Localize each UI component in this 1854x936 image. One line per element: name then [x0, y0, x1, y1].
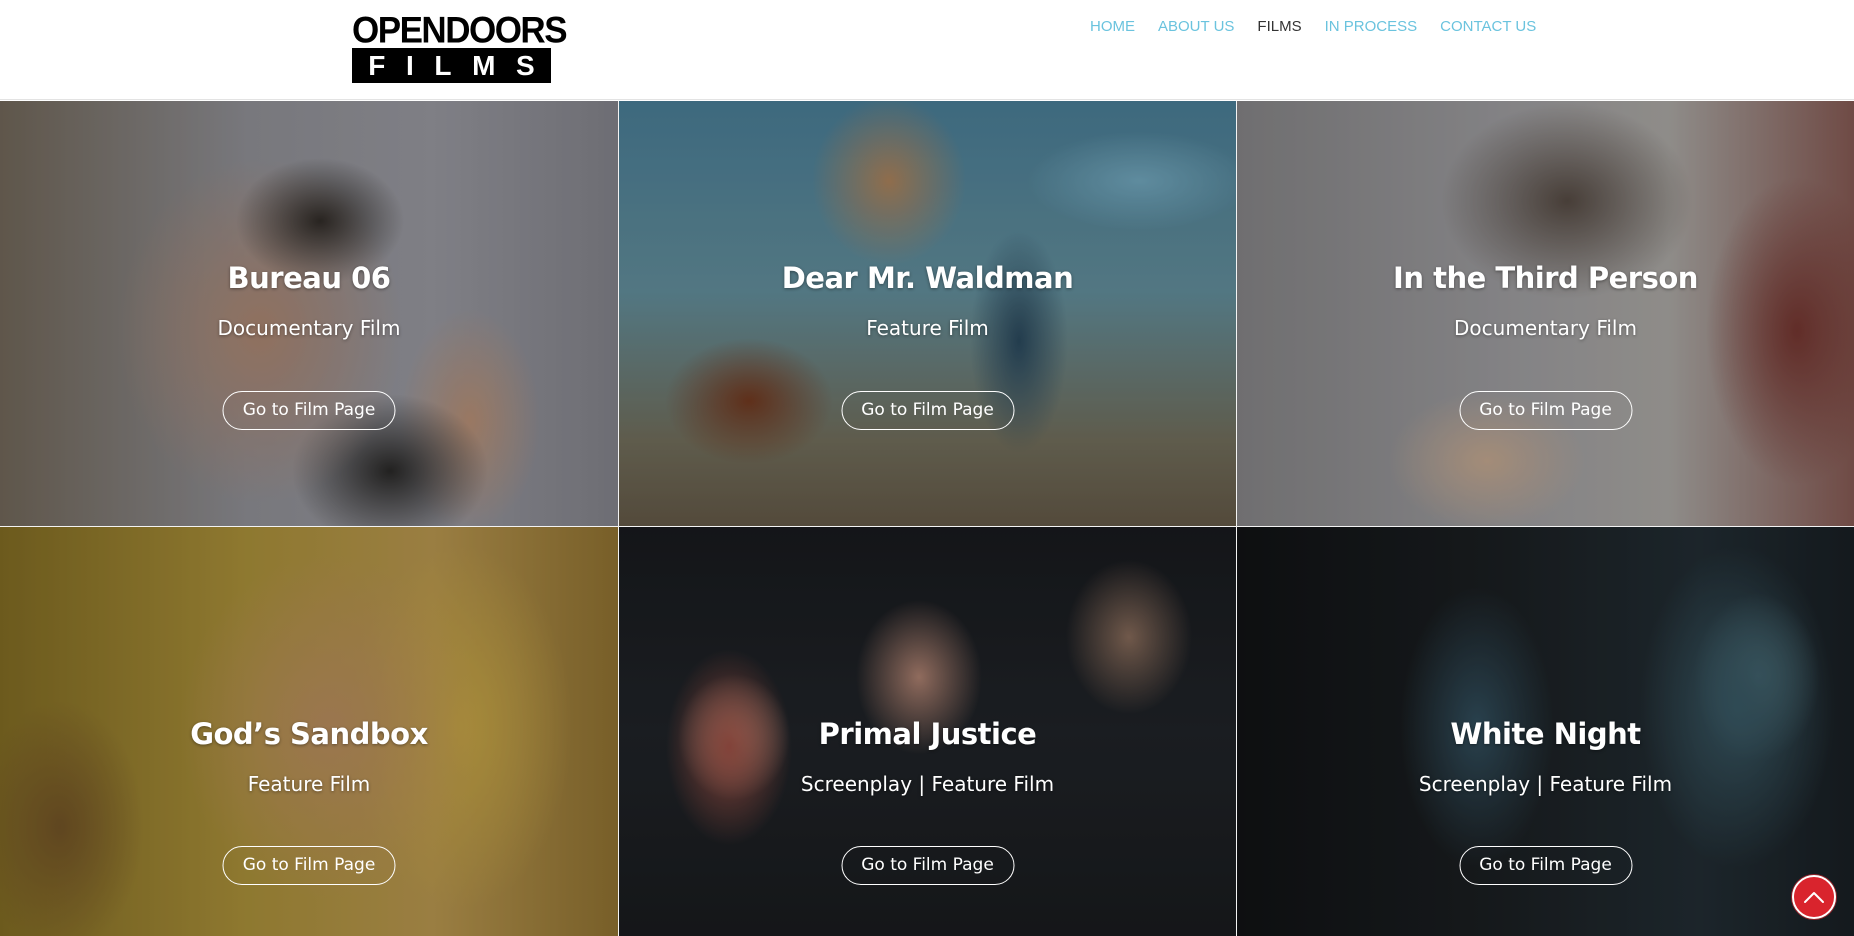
films-grid: Bureau 06 Documentary Film Go to Film Pa…	[0, 101, 1854, 936]
grid-divider	[0, 526, 1854, 527]
film-tile-white-night[interactable]: White Night Screenplay | Feature Film Go…	[1237, 527, 1854, 936]
film-tile-primal-justice[interactable]: Primal Justice Screenplay | Feature Film…	[619, 527, 1236, 936]
go-to-film-page-button[interactable]: Go to Film Page	[222, 391, 396, 430]
chevron-up-icon	[1804, 892, 1824, 903]
logo-letter: L	[434, 50, 452, 81]
scroll-to-top-button[interactable]	[1792, 875, 1836, 919]
logo-wordmark-bottom: F I L M S	[352, 48, 551, 83]
nav-about-us[interactable]: ABOUT US	[1158, 17, 1234, 37]
go-to-film-page-button[interactable]: Go to Film Page	[841, 846, 1014, 885]
film-tile-in-the-third-person[interactable]: In the Third Person Documentary Film Go …	[1237, 101, 1854, 526]
opendoors-films-logo[interactable]: OPENDOORS F I L M S	[352, 9, 568, 83]
film-tile-gods-sandbox[interactable]: God’s Sandbox Feature Film Go to Film Pa…	[0, 527, 618, 936]
nav-contact-us[interactable]: CONTACT US	[1440, 17, 1536, 37]
film-type: Feature Film	[866, 316, 989, 340]
film-type: Screenplay | Feature Film	[1418, 772, 1673, 796]
film-title: Bureau 06	[227, 261, 391, 295]
nav-films[interactable]: FILMS	[1257, 17, 1301, 37]
logo-letter: M	[472, 50, 496, 81]
nav-in-process[interactable]: IN PROCESS	[1325, 17, 1418, 37]
film-title: White Night	[1450, 717, 1641, 751]
grid-divider	[1236, 101, 1237, 936]
main-nav: HOME ABOUT US FILMS IN PROCESS CONTACT U…	[1090, 17, 1559, 37]
grid-divider	[618, 101, 619, 936]
film-title: God’s Sandbox	[190, 717, 428, 751]
nav-home[interactable]: HOME	[1090, 17, 1135, 37]
logo-letter: S	[516, 50, 535, 81]
film-tile-dear-mr-waldman[interactable]: Dear Mr. Waldman Feature Film Go to Film…	[619, 101, 1236, 526]
logo-wordmark-top: OPENDOORS	[352, 9, 568, 51]
go-to-film-page-button[interactable]: Go to Film Page	[1459, 846, 1632, 885]
film-type: Screenplay | Feature Film	[800, 772, 1055, 796]
film-title: Primal Justice	[818, 717, 1037, 751]
logo-letter: I	[406, 50, 414, 81]
film-title: Dear Mr. Waldman	[781, 261, 1074, 295]
film-type: Documentary Film	[217, 316, 401, 340]
logo-letter: F	[368, 50, 386, 81]
film-type: Feature Film	[247, 772, 371, 796]
site-header: OPENDOORS F I L M S HOME ABOUT US FILMS …	[0, 0, 1854, 100]
go-to-film-page-button[interactable]: Go to Film Page	[841, 391, 1014, 430]
film-type: Documentary Film	[1454, 316, 1637, 340]
go-to-film-page-button[interactable]: Go to Film Page	[222, 846, 396, 885]
go-to-film-page-button[interactable]: Go to Film Page	[1459, 391, 1632, 430]
film-title: In the Third Person	[1393, 261, 1698, 295]
film-tile-bureau-06[interactable]: Bureau 06 Documentary Film Go to Film Pa…	[0, 101, 618, 526]
